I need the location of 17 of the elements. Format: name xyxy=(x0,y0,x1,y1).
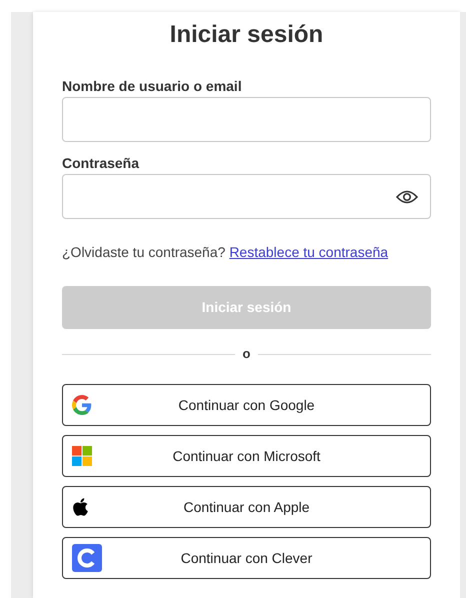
clever-logo-icon xyxy=(72,544,102,572)
username-field[interactable] xyxy=(62,97,431,142)
forgot-password-text: ¿Olvidaste tu contraseña? Restablece tu contraseña xyxy=(62,243,390,261)
social-login-button[interactable]: Continuar con Clever xyxy=(62,537,431,579)
field-label: Nombre de usuario o email xyxy=(62,77,243,95)
apple-logo-icon xyxy=(72,497,89,517)
page-title: Iniciar sesión xyxy=(168,21,324,49)
windows-logo-icon xyxy=(72,446,92,466)
password-field[interactable] xyxy=(62,174,431,219)
social-login-button[interactable]: Continuar con Microsoft xyxy=(62,435,431,477)
eye-icon[interactable] xyxy=(396,190,418,204)
social-login-button[interactable]: Continuar con Google xyxy=(62,384,431,426)
google-logo-icon xyxy=(72,395,92,415)
divider-text: o xyxy=(242,346,250,362)
field-label: Contraseña xyxy=(62,154,140,172)
reset-password-link[interactable]: Restablece tu contraseña xyxy=(229,244,388,260)
social-login-button[interactable]: Continuar con Apple xyxy=(62,486,431,528)
